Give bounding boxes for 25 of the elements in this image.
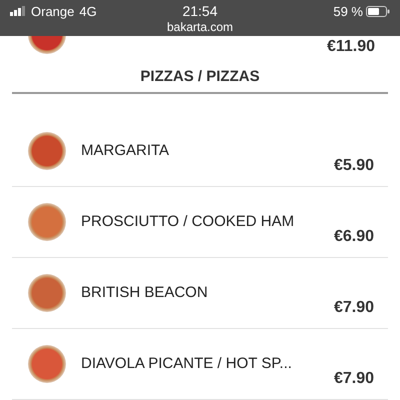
menu-item[interactable]: DIAVOLA PICANTE / HOT SP... €7.90 [12,329,388,400]
item-price: €6.90 [334,228,374,246]
item-name: DIAVOLA PICANTE / HOT SP... [81,355,292,372]
section-title: PIZZAS / PIZZAS [140,68,260,85]
signal-icon [10,6,26,16]
pizza-photo [28,345,66,383]
item-price: €7.90 [334,370,374,388]
pizza-photo [28,132,66,170]
item-price: €5.90 [334,157,374,175]
menu-item[interactable]: PROSCIUTTO / COOKED HAM €6.90 [12,187,388,258]
item-name: MARGARITA [81,142,170,159]
item-name: BRITISH BEACON [81,284,208,301]
clock: 21:54 [182,2,218,19]
menu-item[interactable]: MARGARITA €5.90 [12,116,388,187]
page-url[interactable]: bakarta.com [166,20,234,36]
pizza-photo [28,203,66,241]
carrier-name: Orange [31,4,74,18]
battery-icon [366,6,390,16]
menu-item[interactable]: BRITISH BEACON €7.90 [12,258,388,329]
item-price: €11.90 [326,37,375,56]
item-name: PROSCIUTTO / COOKED HAM [81,213,294,230]
battery-percent: 59 % [333,4,363,18]
item-price: €7.90 [334,299,374,317]
network-type: 4G [79,4,97,18]
pizza-photo [28,274,66,312]
